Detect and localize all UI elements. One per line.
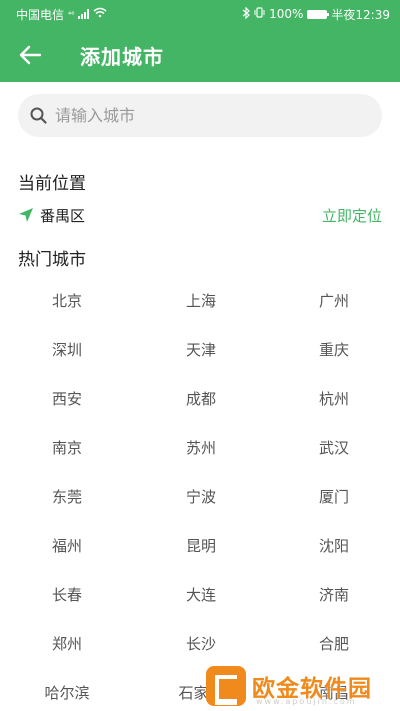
signal-icon <box>78 9 90 19</box>
city-item[interactable]: 济南 <box>268 570 400 619</box>
watermark-url: www.apoujin.com <box>256 697 357 706</box>
location-arrow-icon <box>19 208 33 222</box>
current-location[interactable]: 番禺区 <box>18 205 85 226</box>
city-item[interactable]: 武汉 <box>268 423 400 472</box>
city-item[interactable]: 成都 <box>134 374 268 423</box>
city-item[interactable]: 天津 <box>134 325 268 374</box>
vibrate-icon <box>254 7 265 21</box>
clock: 半夜12:39 <box>331 7 390 22</box>
city-item[interactable]: 重庆 <box>268 325 400 374</box>
city-item[interactable]: 苏州 <box>134 423 268 472</box>
battery-icon <box>307 9 330 19</box>
arrow-left-icon <box>19 45 41 65</box>
status-bar: 中国电信 ⁴⁶ 100% 半夜12:39 <box>0 0 400 28</box>
watermark-logo-icon <box>206 665 246 706</box>
back-button[interactable] <box>0 28 60 82</box>
network-type: ⁴⁶ <box>68 9 75 19</box>
search-icon <box>30 107 47 124</box>
city-item[interactable]: 厦门 <box>268 472 400 521</box>
carrier-label: 中国电信 <box>16 7 65 22</box>
hot-cities-heading: 热门城市 <box>18 250 86 270</box>
wifi-icon <box>93 7 107 21</box>
bluetooth-icon <box>242 6 250 22</box>
city-item[interactable]: 广州 <box>268 276 400 325</box>
current-district: 番禺区 <box>40 206 86 225</box>
city-item[interactable]: 沈阳 <box>268 521 400 570</box>
city-item[interactable]: 东莞 <box>0 472 134 521</box>
current-location-row: 番禺区 立即定位 <box>18 202 382 228</box>
city-item[interactable]: 福州 <box>0 521 134 570</box>
search-input[interactable] <box>55 106 355 125</box>
city-item[interactable]: 上海 <box>134 276 268 325</box>
page-title: 添加城市 <box>80 44 164 69</box>
hot-cities-grid: 北京 上海 广州深圳 天津 重庆西安 成都 杭州南京 苏州 武汉东莞 宁波 厦门福州 昆明 沈阳长春 大连… <box>0 276 400 711</box>
city-item[interactable]: 南京 <box>0 423 134 472</box>
status-left: 中国电信 ⁴⁶ <box>16 6 107 23</box>
app-bar: 添加城市 <box>0 28 400 82</box>
city-item[interactable]: 杭州 <box>268 374 400 423</box>
locate-now-button[interactable]: 立即定位 <box>322 205 382 226</box>
city-item[interactable]: 北京 <box>0 276 134 325</box>
city-item[interactable]: 昆明 <box>134 521 268 570</box>
city-item[interactable]: 哈尔滨 <box>0 668 134 711</box>
search-box[interactable] <box>18 94 382 137</box>
watermark: 欧金软件园 www.apoujin.com <box>206 660 400 711</box>
city-item[interactable]: 大连 <box>134 570 268 619</box>
city-item[interactable]: 宁波 <box>134 472 268 521</box>
city-item[interactable]: 深圳 <box>0 325 134 374</box>
status-right: 100% 半夜12:39 <box>242 6 390 23</box>
city-item[interactable]: 西安 <box>0 374 134 423</box>
city-item[interactable]: 郑州 <box>0 619 134 668</box>
battery-percent: 100% <box>269 7 304 21</box>
city-item[interactable]: 长春 <box>0 570 134 619</box>
current-location-heading: 当前位置 <box>18 174 86 194</box>
